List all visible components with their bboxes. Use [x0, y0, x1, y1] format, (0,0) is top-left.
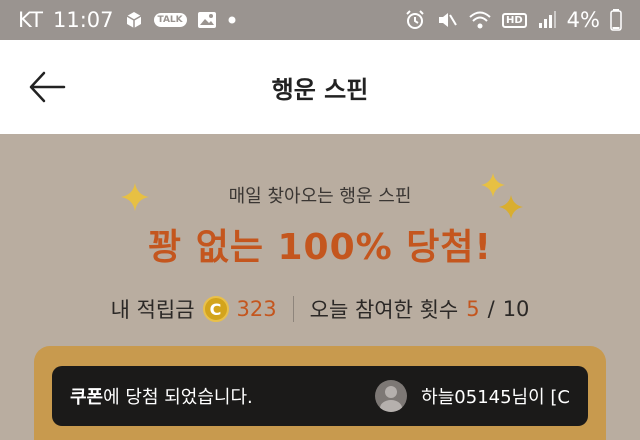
avatar [375, 380, 408, 412]
participation-max: 10 [502, 297, 530, 321]
battery-icon [610, 9, 622, 31]
hd-voice-icon: HD [502, 12, 527, 28]
wifi-icon [468, 10, 492, 30]
notice-message: 쿠폰에 당첨 되었습니다. [70, 383, 253, 409]
stats-row: 내 적립금 C 323 오늘 참여한 횟수 5 / 10 [0, 294, 640, 324]
stats-divider [292, 296, 294, 322]
cube-icon [124, 10, 144, 30]
promo-subtitle: 매일 찾아오는 행운 스핀 [228, 186, 412, 207]
promo-headline: 꽝 없는 100% 당첨! [148, 227, 492, 268]
image-icon [197, 11, 217, 29]
winner-ticker: 하늘05145님이 [C [421, 387, 570, 408]
participation-separator: / [487, 297, 495, 321]
points-value: 323 [236, 297, 277, 321]
coin-icon: C [202, 296, 229, 322]
notice-prize: 쿠폰 [70, 387, 104, 408]
clock: 11:07 [52, 8, 114, 32]
carrier-label: KT [18, 8, 43, 32]
spin-content: 매일 찾아오는 행운 스핀 꽝 없는 100% 당첨! 내 적립금 C 323 … [0, 134, 640, 440]
signal-icon [537, 10, 557, 30]
notice-message-rest: 에 당첨 되었습니다. [103, 387, 253, 408]
points-label: 내 적립금 [110, 298, 195, 322]
battery-percent: 4% [566, 8, 600, 32]
alarm-icon [404, 9, 426, 31]
notification-dot-icon [227, 15, 237, 25]
mute-icon [436, 9, 458, 31]
winner-notice: 쿠폰에 당첨 되었습니다. 하늘05145님이 [C [52, 366, 588, 426]
participation-label: 오늘 참여한 횟수 [309, 298, 459, 322]
winners-panel: 쿠폰에 당첨 되었습니다. 하늘05145님이 [C [34, 346, 606, 440]
status-bar: KT 11:07 TALK HD 4% [0, 0, 640, 40]
participation-count: 5 [466, 297, 480, 321]
kakaotalk-icon: TALK [153, 13, 187, 27]
page-title: 행운 스핀 [271, 75, 369, 104]
app-header: 행운 스핀 [0, 40, 640, 134]
back-arrow-icon[interactable] [28, 70, 66, 104]
